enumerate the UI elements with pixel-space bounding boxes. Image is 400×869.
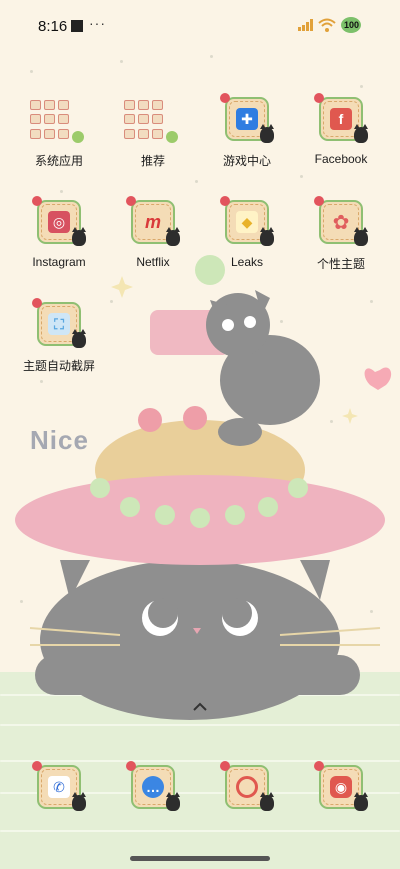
chevron-up-icon[interactable] xyxy=(192,702,208,712)
app-label: 主题自动截屏 xyxy=(22,359,95,373)
app-facebook[interactable]: f Facebook xyxy=(296,93,386,187)
folder-icon xyxy=(30,100,74,140)
dock-messages[interactable]: … xyxy=(108,761,198,825)
browser-icon xyxy=(236,776,258,798)
netflix-icon: m xyxy=(144,211,161,232)
phone-icon: ✆ xyxy=(48,776,70,798)
pin-icon xyxy=(220,761,230,771)
cat-sticker-icon xyxy=(354,227,368,246)
home-indicator[interactable] xyxy=(130,856,270,861)
apple-icon xyxy=(166,131,178,143)
app-instagram[interactable]: ◎ Instagram xyxy=(14,196,104,290)
cat-sticker-icon xyxy=(72,792,86,811)
dock-phone[interactable]: ✆ xyxy=(14,761,104,825)
cat-sticker-icon xyxy=(260,792,274,811)
message-icon: … xyxy=(142,776,164,798)
cat-sticker-icon xyxy=(260,124,274,143)
app-label: 个性主题 xyxy=(316,257,365,271)
pin-icon xyxy=(32,761,42,771)
apple-icon xyxy=(72,131,84,143)
folder-icon xyxy=(124,100,168,140)
app-system-apps-folder[interactable]: 系统应用 xyxy=(14,97,104,187)
cat-sticker-icon xyxy=(260,227,274,246)
cat-sticker-icon xyxy=(354,792,368,811)
app-theme-auto-screenshot[interactable]: ⛶ 主题自动截屏 xyxy=(14,298,104,392)
cat-sticker-icon xyxy=(166,792,180,811)
app-leaks[interactable]: ◆ Leaks xyxy=(202,196,292,290)
app-game-center[interactable]: ✚ 游戏中心 xyxy=(202,93,292,187)
status-more-dots: ··· xyxy=(89,15,106,31)
app-themes[interactable]: ✿ 个性主题 xyxy=(296,196,386,290)
app-recommend-folder[interactable]: 推荐 xyxy=(108,97,198,187)
pin-icon xyxy=(126,196,136,206)
cat-sticker-icon xyxy=(72,227,86,246)
instagram-icon: ◎ xyxy=(48,211,70,233)
pin-icon xyxy=(314,93,324,103)
pin-icon xyxy=(32,196,42,206)
app-netflix[interactable]: m Netflix xyxy=(108,196,198,290)
flower-icon: ✿ xyxy=(332,211,350,234)
pin-icon xyxy=(126,761,136,771)
dock-camera[interactable]: ◉ xyxy=(296,761,386,825)
status-time: 8:16 xyxy=(38,18,68,35)
app-label: Facebook xyxy=(314,152,368,166)
pin-icon xyxy=(220,93,230,103)
pin-icon xyxy=(314,761,324,771)
notification-square-icon xyxy=(71,20,83,32)
screenshot-icon: ⛶ xyxy=(48,313,70,335)
gamepad-icon: ✚ xyxy=(236,108,258,130)
wifi-icon xyxy=(318,18,336,32)
bird-icon: ◆ xyxy=(236,211,258,233)
facebook-icon: f xyxy=(330,108,352,130)
cat-sticker-icon xyxy=(166,227,180,246)
camera-icon: ◉ xyxy=(330,776,352,798)
cat-sticker-icon xyxy=(72,329,86,348)
pin-icon xyxy=(314,196,324,206)
cat-sticker-icon xyxy=(354,124,368,143)
wallpaper-nice-text: Nice xyxy=(30,425,89,455)
dock-browser[interactable] xyxy=(202,761,292,825)
pin-icon xyxy=(32,298,42,308)
status-bar: 8:16 ··· 100 xyxy=(0,0,400,52)
battery-level: 100 xyxy=(344,20,360,30)
signal-icon xyxy=(298,19,313,31)
pin-icon xyxy=(220,196,230,206)
